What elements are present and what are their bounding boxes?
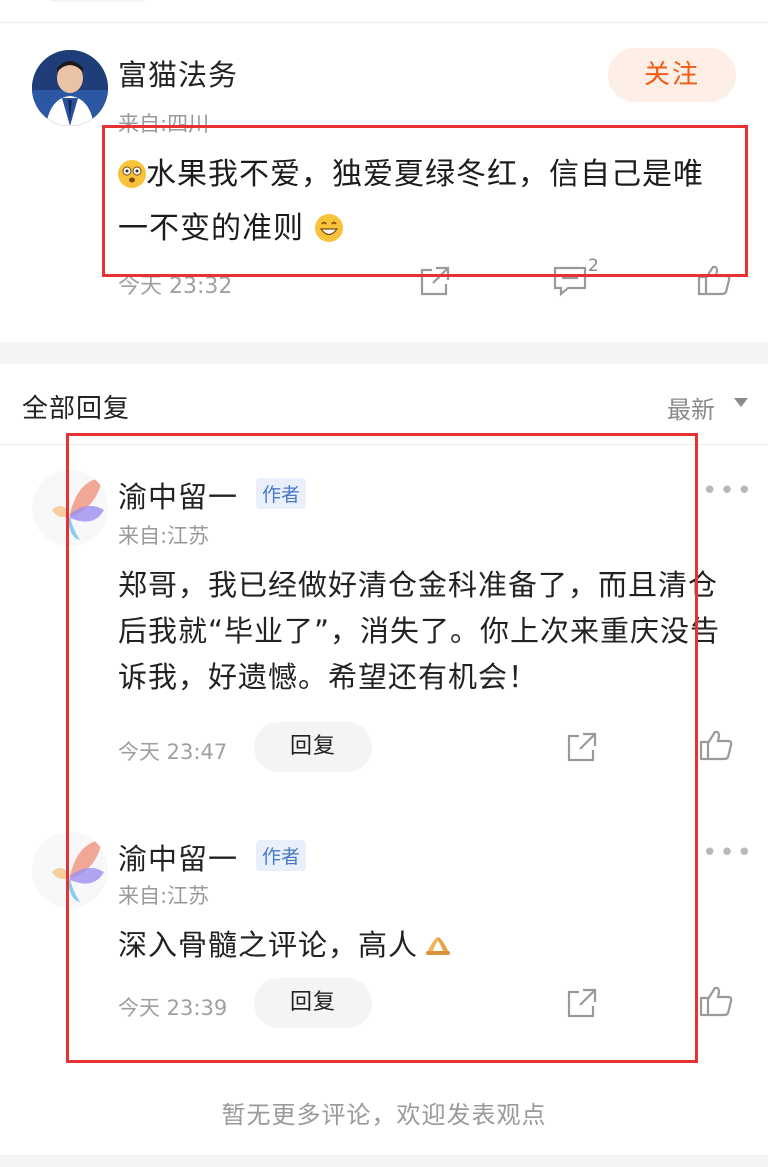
like-icon[interactable] <box>698 727 734 763</box>
follow-button[interactable]: 关注 <box>608 48 736 102</box>
avatar[interactable] <box>32 50 108 126</box>
highlight-box-replies <box>66 433 698 1063</box>
post-author-name[interactable]: 富猫法务 <box>118 52 238 94</box>
replies-header-title: 全部回复 <box>22 394 131 424</box>
section-separator <box>0 1155 768 1167</box>
no-more-comments-text: 暂无更多评论，欢迎发表观点 <box>221 1101 547 1129</box>
previous-item-remnant <box>48 0 148 2</box>
section-separator <box>0 342 768 364</box>
highlight-box-post <box>102 125 748 277</box>
divider <box>0 22 768 23</box>
sort-dropdown[interactable]: 最新 <box>667 390 715 425</box>
avatar-photo <box>32 50 108 126</box>
like-icon[interactable] <box>698 983 734 1019</box>
caret-down-icon[interactable] <box>734 398 748 407</box>
more-options-icon[interactable]: ••• <box>702 476 754 506</box>
more-options-icon[interactable]: ••• <box>702 838 754 868</box>
